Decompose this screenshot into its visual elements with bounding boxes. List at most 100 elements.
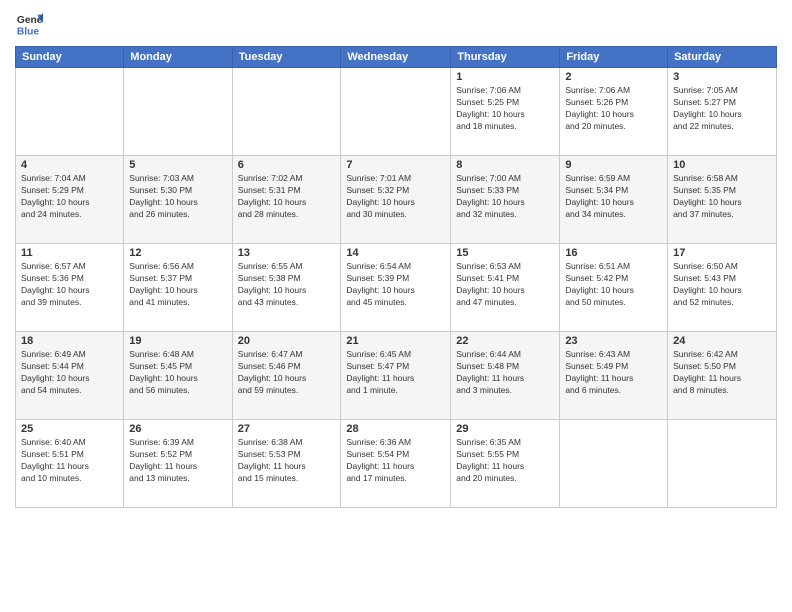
- day-info: Sunrise: 6:38 AM Sunset: 5:53 PM Dayligh…: [238, 437, 336, 485]
- calendar-cell: 4Sunrise: 7:04 AM Sunset: 5:29 PM Daylig…: [16, 156, 124, 244]
- calendar-page: General Blue SundayMondayTuesdayWednesda…: [0, 0, 792, 612]
- calendar-cell: 19Sunrise: 6:48 AM Sunset: 5:45 PM Dayli…: [124, 332, 232, 420]
- day-header-sunday: Sunday: [16, 47, 124, 68]
- day-number: 10: [673, 159, 771, 171]
- day-number: 14: [346, 247, 445, 259]
- header: General Blue: [15, 10, 777, 38]
- day-info: Sunrise: 7:05 AM Sunset: 5:27 PM Dayligh…: [673, 85, 771, 133]
- day-info: Sunrise: 6:36 AM Sunset: 5:54 PM Dayligh…: [346, 437, 445, 485]
- calendar-cell: [668, 420, 777, 508]
- calendar-cell: [16, 68, 124, 156]
- calendar-week-2: 4Sunrise: 7:04 AM Sunset: 5:29 PM Daylig…: [16, 156, 777, 244]
- calendar-cell: [124, 68, 232, 156]
- day-number: 5: [129, 159, 226, 171]
- day-info: Sunrise: 7:02 AM Sunset: 5:31 PM Dayligh…: [238, 173, 336, 221]
- calendar-header-row: SundayMondayTuesdayWednesdayThursdayFrid…: [16, 47, 777, 68]
- day-header-saturday: Saturday: [668, 47, 777, 68]
- day-number: 4: [21, 159, 118, 171]
- day-info: Sunrise: 6:51 AM Sunset: 5:42 PM Dayligh…: [565, 261, 662, 309]
- day-header-monday: Monday: [124, 47, 232, 68]
- calendar-cell: 24 Sunrise: 6:42 AM Sunset: 5:50 PM Dayli…: [668, 332, 777, 420]
- day-info: Sunrise: 6:35 AM Sunset: 5:55 PM Dayligh…: [456, 437, 554, 485]
- day-number: 26: [129, 423, 226, 435]
- calendar-cell: 27 Sunrise: 6:38 AM Sunset: 5:53 PM Dayli…: [232, 420, 341, 508]
- calendar-cell: 11Sunrise: 6:57 AM Sunset: 5:36 PM Dayli…: [16, 244, 124, 332]
- day-header-tuesday: Tuesday: [232, 47, 341, 68]
- day-number: 6: [238, 159, 336, 171]
- calendar-cell: 22Sunrise: 6:44 AM Sunset: 5:48 PM Dayli…: [451, 332, 560, 420]
- day-number: 20: [238, 335, 336, 347]
- day-number: 24: [673, 335, 771, 347]
- day-number: 22: [456, 335, 554, 347]
- day-number: 13: [238, 247, 336, 259]
- day-info: Sunrise: 6:50 AM Sunset: 5:43 PM Dayligh…: [673, 261, 771, 309]
- day-number: 16: [565, 247, 662, 259]
- logo: General Blue: [15, 10, 47, 38]
- day-number: 23: [565, 335, 662, 347]
- calendar-cell: 7 Sunrise: 7:01 AM Sunset: 5:32 PM Daylig…: [341, 156, 451, 244]
- day-info: Sunrise: 6:47 AM Sunset: 5:46 PM Dayligh…: [238, 349, 336, 397]
- calendar-cell: 16 Sunrise: 6:51 AM Sunset: 5:42 PM Dayli…: [560, 244, 668, 332]
- svg-text:Blue: Blue: [17, 26, 40, 37]
- calendar-cell: 12 Sunrise: 6:56 AM Sunset: 5:37 PM Dayli…: [124, 244, 232, 332]
- logo-icon: General Blue: [15, 10, 43, 38]
- calendar-cell: [560, 420, 668, 508]
- day-number: 3: [673, 71, 771, 83]
- day-header-thursday: Thursday: [451, 47, 560, 68]
- calendar-cell: 29 Sunrise: 6:35 AM Sunset: 5:55 PM Dayli…: [451, 420, 560, 508]
- day-header-wednesday: Wednesday: [341, 47, 451, 68]
- day-number: 27: [238, 423, 336, 435]
- day-number: 17: [673, 247, 771, 259]
- day-number: 7: [346, 159, 445, 171]
- day-info: Sunrise: 7:01 AM Sunset: 5:32 PM Dayligh…: [346, 173, 445, 221]
- calendar-cell: 20 Sunrise: 6:47 AM Sunset: 5:46 PM Dayli…: [232, 332, 341, 420]
- day-info: Sunrise: 6:56 AM Sunset: 5:37 PM Dayligh…: [129, 261, 226, 309]
- calendar-table: SundayMondayTuesdayWednesdayThursdayFrid…: [15, 46, 777, 508]
- calendar-week-4: 18 Sunrise: 6:49 AM Sunset: 5:44 PM Dayli…: [16, 332, 777, 420]
- calendar-cell: 2Sunrise: 7:06 AM Sunset: 5:26 PM Daylig…: [560, 68, 668, 156]
- day-number: 21: [346, 335, 445, 347]
- day-number: 19: [129, 335, 226, 347]
- day-info: Sunrise: 6:45 AM Sunset: 5:47 PM Dayligh…: [346, 349, 445, 397]
- day-header-friday: Friday: [560, 47, 668, 68]
- calendar-cell: 6 Sunrise: 7:02 AM Sunset: 5:31 PM Daylig…: [232, 156, 341, 244]
- day-info: Sunrise: 6:40 AM Sunset: 5:51 PM Dayligh…: [21, 437, 118, 485]
- calendar-cell: 9Sunrise: 6:59 AM Sunset: 5:34 PM Daylig…: [560, 156, 668, 244]
- day-info: Sunrise: 6:59 AM Sunset: 5:34 PM Dayligh…: [565, 173, 662, 221]
- day-info: Sunrise: 6:43 AM Sunset: 5:49 PM Dayligh…: [565, 349, 662, 397]
- day-info: Sunrise: 6:58 AM Sunset: 5:35 PM Dayligh…: [673, 173, 771, 221]
- calendar-cell: 5 Sunrise: 7:03 AM Sunset: 5:30 PM Daylig…: [124, 156, 232, 244]
- calendar-cell: 21 Sunrise: 6:45 AM Sunset: 5:47 PM Dayli…: [341, 332, 451, 420]
- day-info: Sunrise: 6:49 AM Sunset: 5:44 PM Dayligh…: [21, 349, 118, 397]
- calendar-cell: 3 Sunrise: 7:05 AM Sunset: 5:27 PM Daylig…: [668, 68, 777, 156]
- day-info: Sunrise: 6:39 AM Sunset: 5:52 PM Dayligh…: [129, 437, 226, 485]
- day-info: Sunrise: 6:42 AM Sunset: 5:50 PM Dayligh…: [673, 349, 771, 397]
- day-info: Sunrise: 6:53 AM Sunset: 5:41 PM Dayligh…: [456, 261, 554, 309]
- calendar-week-1: 1Sunrise: 7:06 AM Sunset: 5:25 PM Daylig…: [16, 68, 777, 156]
- calendar-cell: 17 Sunrise: 6:50 AM Sunset: 5:43 PM Dayli…: [668, 244, 777, 332]
- calendar-cell: 15 Sunrise: 6:53 AM Sunset: 5:41 PM Dayli…: [451, 244, 560, 332]
- calendar-cell: 14 Sunrise: 6:54 AM Sunset: 5:39 PM Dayli…: [341, 244, 451, 332]
- day-info: Sunrise: 7:03 AM Sunset: 5:30 PM Dayligh…: [129, 173, 226, 221]
- day-number: 8: [456, 159, 554, 171]
- day-number: 12: [129, 247, 226, 259]
- calendar-cell: 13 Sunrise: 6:55 AM Sunset: 5:38 PM Dayli…: [232, 244, 341, 332]
- calendar-week-5: 25 Sunrise: 6:40 AM Sunset: 5:51 PM Dayli…: [16, 420, 777, 508]
- day-number: 29: [456, 423, 554, 435]
- day-number: 18: [21, 335, 118, 347]
- calendar-cell: 26 Sunrise: 6:39 AM Sunset: 5:52 PM Dayli…: [124, 420, 232, 508]
- day-number: 28: [346, 423, 445, 435]
- calendar-cell: 10 Sunrise: 6:58 AM Sunset: 5:35 PM Dayli…: [668, 156, 777, 244]
- calendar-cell: 18 Sunrise: 6:49 AM Sunset: 5:44 PM Dayli…: [16, 332, 124, 420]
- day-info: Sunrise: 7:00 AM Sunset: 5:33 PM Dayligh…: [456, 173, 554, 221]
- day-info: Sunrise: 7:06 AM Sunset: 5:26 PM Dayligh…: [565, 85, 662, 133]
- day-info: Sunrise: 6:54 AM Sunset: 5:39 PM Dayligh…: [346, 261, 445, 309]
- day-number: 1: [456, 71, 554, 83]
- calendar-cell: 28 Sunrise: 6:36 AM Sunset: 5:54 PM Dayli…: [341, 420, 451, 508]
- calendar-cell: 8 Sunrise: 7:00 AM Sunset: 5:33 PM Daylig…: [451, 156, 560, 244]
- day-number: 25: [21, 423, 118, 435]
- day-number: 15: [456, 247, 554, 259]
- calendar-cell: 23 Sunrise: 6:43 AM Sunset: 5:49 PM Dayli…: [560, 332, 668, 420]
- day-info: Sunrise: 6:55 AM Sunset: 5:38 PM Dayligh…: [238, 261, 336, 309]
- day-number: 11: [21, 247, 118, 259]
